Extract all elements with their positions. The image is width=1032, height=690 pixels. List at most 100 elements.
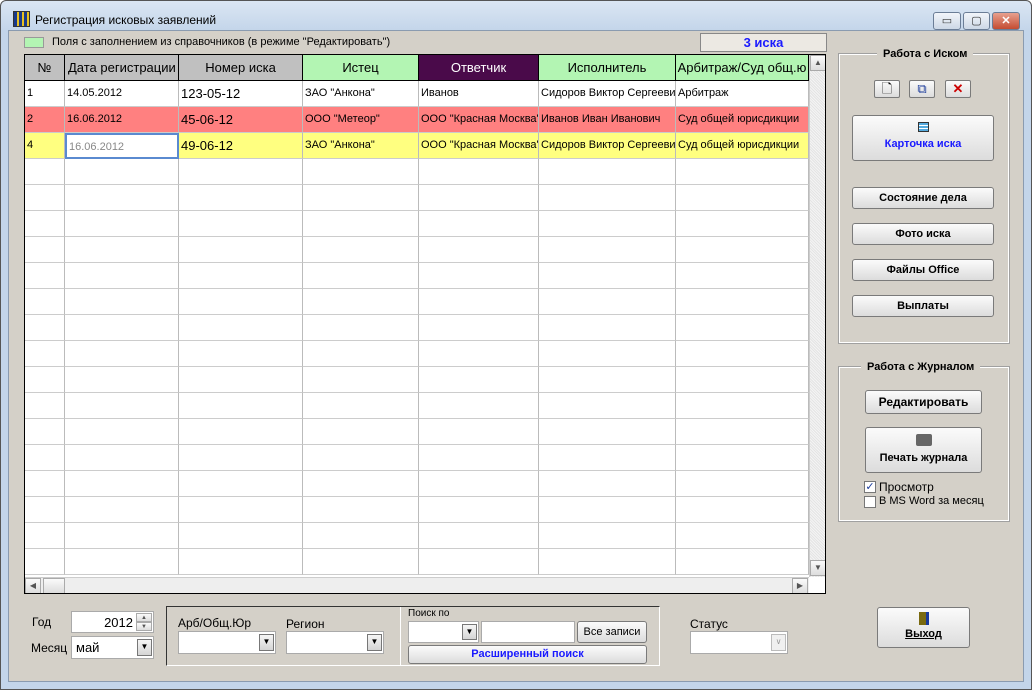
empty-cell[interactable] xyxy=(676,185,809,211)
empty-cell[interactable] xyxy=(65,549,179,575)
all-records-button[interactable]: Все записи xyxy=(577,621,647,643)
claims-grid[interactable]: 1 14.05.2012 123-05-12 ЗАО "Анкона" Иванов Си… xyxy=(24,54,826,594)
empty-cell[interactable] xyxy=(676,471,809,497)
chevron-down-icon[interactable]: ▼ xyxy=(367,634,382,651)
empty-cell[interactable] xyxy=(303,367,419,393)
empty-cell[interactable] xyxy=(25,419,65,445)
empty-cell[interactable] xyxy=(303,159,419,185)
arb-select[interactable]: ▼ xyxy=(178,631,276,654)
region-select[interactable]: ▼ xyxy=(286,631,384,654)
cell-date[interactable]: 14.05.2012 xyxy=(65,81,179,107)
empty-cell[interactable] xyxy=(419,185,539,211)
empty-cell[interactable] xyxy=(179,367,303,393)
empty-cell[interactable] xyxy=(676,549,809,575)
minimize-button[interactable]: ▭ xyxy=(933,12,961,30)
empty-cell[interactable] xyxy=(65,211,179,237)
empty-cell[interactable] xyxy=(303,263,419,289)
empty-cell[interactable] xyxy=(419,549,539,575)
horizontal-scrollbar[interactable]: ◀ ▶ xyxy=(25,577,809,593)
cell-plaintiff[interactable]: ЗАО "Анкона" xyxy=(303,81,419,107)
empty-cell[interactable] xyxy=(179,315,303,341)
column-header-claim-number[interactable]: Номер иска xyxy=(179,55,303,81)
empty-cell[interactable] xyxy=(539,159,676,185)
empty-cell[interactable] xyxy=(539,237,676,263)
empty-cell[interactable] xyxy=(539,289,676,315)
empty-cell[interactable] xyxy=(539,315,676,341)
empty-cell[interactable] xyxy=(419,471,539,497)
year-spinner[interactable]: 2012 ▲ ▼ xyxy=(71,611,154,633)
empty-cell[interactable] xyxy=(65,471,179,497)
close-button[interactable]: ✕ xyxy=(992,12,1020,30)
empty-cell[interactable] xyxy=(25,445,65,471)
empty-cell[interactable] xyxy=(676,367,809,393)
maximize-button[interactable]: ▢ xyxy=(963,12,990,30)
empty-cell[interactable] xyxy=(419,393,539,419)
column-header-plaintiff[interactable]: Истец xyxy=(303,55,419,81)
empty-cell[interactable] xyxy=(65,185,179,211)
empty-cell[interactable] xyxy=(25,497,65,523)
column-header-court[interactable]: Арбитраж/Суд общ.ю xyxy=(676,55,809,81)
empty-cell[interactable] xyxy=(539,211,676,237)
cell-number[interactable]: 1 xyxy=(25,81,65,107)
copy-claim-button[interactable]: ⧉ xyxy=(909,80,935,98)
new-claim-button[interactable]: 🗋 xyxy=(874,80,900,98)
empty-cell[interactable] xyxy=(65,419,179,445)
empty-cell[interactable] xyxy=(539,367,676,393)
empty-cell[interactable] xyxy=(25,367,65,393)
empty-cell[interactable] xyxy=(179,471,303,497)
cell-date[interactable]: 16.06.2012 xyxy=(65,107,179,133)
cell-number[interactable]: 2 xyxy=(25,107,65,133)
empty-cell[interactable] xyxy=(65,445,179,471)
empty-cell[interactable] xyxy=(179,237,303,263)
cell-court[interactable]: Суд общей юрисдикции xyxy=(676,133,809,159)
empty-cell[interactable] xyxy=(25,315,65,341)
cell-defendant[interactable]: ООО "Красная Москва" xyxy=(419,133,539,159)
column-header-executor[interactable]: Исполнитель xyxy=(539,55,676,81)
column-header-date[interactable]: Дата регистрации xyxy=(65,55,179,81)
empty-cell[interactable] xyxy=(676,315,809,341)
empty-cell[interactable] xyxy=(65,263,179,289)
cell-defendant[interactable]: Иванов xyxy=(419,81,539,107)
empty-cell[interactable] xyxy=(65,289,179,315)
scroll-down-icon[interactable]: ▼ xyxy=(810,560,825,576)
empty-cell[interactable] xyxy=(303,523,419,549)
empty-cell[interactable] xyxy=(65,341,179,367)
cell-executor[interactable]: Сидоров Виктор Сергеевич xyxy=(539,133,676,159)
empty-cell[interactable] xyxy=(179,445,303,471)
empty-cell[interactable] xyxy=(539,419,676,445)
empty-cell[interactable] xyxy=(179,341,303,367)
empty-cell[interactable] xyxy=(179,263,303,289)
empty-cell[interactable] xyxy=(179,419,303,445)
empty-cell[interactable] xyxy=(676,497,809,523)
empty-cell[interactable] xyxy=(25,211,65,237)
empty-cell[interactable] xyxy=(303,549,419,575)
empty-cell[interactable] xyxy=(303,315,419,341)
empty-cell[interactable] xyxy=(419,497,539,523)
empty-cell[interactable] xyxy=(419,315,539,341)
empty-cell[interactable] xyxy=(419,523,539,549)
empty-cell[interactable] xyxy=(179,523,303,549)
cell-court[interactable]: Арбитраж xyxy=(676,81,809,107)
empty-cell[interactable] xyxy=(179,549,303,575)
payments-button[interactable]: Выплаты xyxy=(852,295,994,317)
exit-button[interactable]: Выход xyxy=(877,607,970,648)
month-select[interactable]: май ▼ xyxy=(71,636,154,659)
chevron-down-icon[interactable]: ▼ xyxy=(137,639,152,656)
empty-cell[interactable] xyxy=(25,549,65,575)
status-select[interactable]: ∨ xyxy=(690,631,788,654)
spin-up-icon[interactable]: ▲ xyxy=(136,613,152,622)
empty-cell[interactable] xyxy=(419,159,539,185)
empty-cell[interactable] xyxy=(25,393,65,419)
cell-date[interactable]: 16.06.2012 xyxy=(65,133,179,159)
claim-photo-button[interactable]: Фото иска xyxy=(852,223,994,245)
search-input[interactable] xyxy=(481,621,575,643)
chevron-down-icon[interactable]: ∨ xyxy=(771,634,786,651)
empty-cell[interactable] xyxy=(676,419,809,445)
empty-cell[interactable] xyxy=(676,523,809,549)
empty-cell[interactable] xyxy=(419,211,539,237)
cell-court[interactable]: Суд общей юрисдикции xyxy=(676,107,809,133)
empty-cell[interactable] xyxy=(65,497,179,523)
empty-cell[interactable] xyxy=(25,159,65,185)
chevron-down-icon[interactable]: ▼ xyxy=(259,634,274,651)
chevron-down-icon[interactable]: ▼ xyxy=(462,624,477,640)
